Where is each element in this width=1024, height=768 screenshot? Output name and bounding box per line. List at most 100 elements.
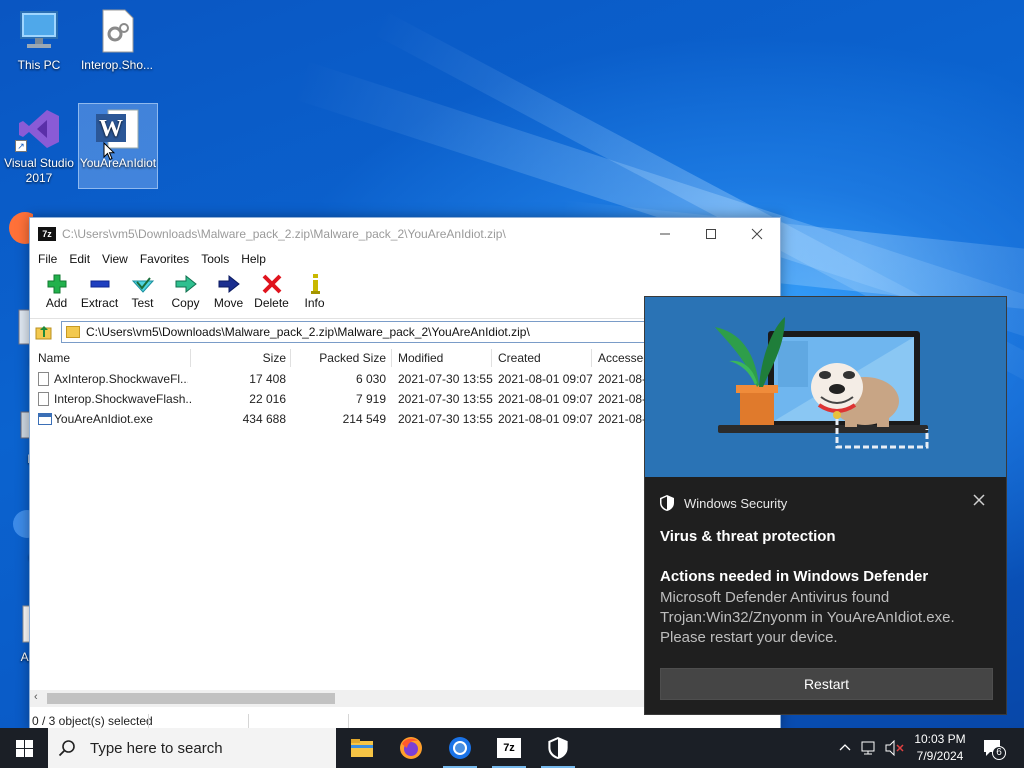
column-header-created[interactable]: Created <box>498 351 541 365</box>
file-explorer-icon <box>351 739 373 757</box>
file-packed-size: 7 919 <box>355 392 386 406</box>
status-divider <box>148 714 149 728</box>
windows-logo-icon <box>15 739 33 757</box>
column-divider[interactable] <box>290 349 291 367</box>
toast-close-button[interactable] <box>973 493 985 510</box>
shield-icon <box>548 737 568 759</box>
volume-muted-icon[interactable] <box>884 740 904 756</box>
column-header-packed-size[interactable]: Packed Size <box>294 351 386 365</box>
desktop-icon-label: Interop.Sho... <box>80 58 154 72</box>
word-document-icon: W <box>94 106 142 152</box>
desktop-icon-label: YouAreAnIdiot <box>79 156 157 170</box>
taskbar-firefox[interactable] <box>388 728 434 768</box>
maximize-icon <box>706 228 716 239</box>
maximize-button[interactable] <box>688 218 734 249</box>
file-size: 17 408 <box>249 372 286 386</box>
menu-edit[interactable]: Edit <box>63 252 96 266</box>
taskbar-chrome[interactable] <box>437 728 483 768</box>
restart-button[interactable]: Restart <box>660 668 993 700</box>
file-name: AxInterop.ShockwaveFl... <box>54 372 188 386</box>
taskbar-windows-security[interactable] <box>535 728 581 768</box>
menu-tools[interactable]: Tools <box>195 252 235 266</box>
toolbar-label: Test <box>131 296 154 310</box>
system-tray <box>838 728 904 768</box>
network-icon[interactable] <box>860 740 878 756</box>
status-divider <box>348 714 349 728</box>
column-divider[interactable] <box>190 349 191 367</box>
delete-x-icon <box>262 274 281 294</box>
taskbar-7zip[interactable]: 7z <box>486 728 532 768</box>
toolbar-label: Extract <box>80 296 119 310</box>
computer-icon <box>15 8 63 54</box>
up-folder-icon <box>35 326 52 340</box>
toolbar-label: Delete <box>254 296 289 310</box>
minus-icon <box>90 280 109 288</box>
7zip-app-icon: 7z <box>497 738 521 758</box>
column-header-modified[interactable]: Modified <box>398 351 443 365</box>
desktop-icon-label: Visual Studio 2017 <box>4 156 74 185</box>
info-icon <box>310 274 320 294</box>
folder-icon <box>66 326 80 338</box>
file-created: 2021-08-01 09:07 <box>498 412 593 426</box>
scroll-left-icon[interactable]: ‹ <box>34 691 38 703</box>
search-placeholder: Type here to search <box>90 739 223 757</box>
chevron-up-icon[interactable] <box>838 741 852 755</box>
svg-text:W: W <box>99 116 123 142</box>
file-name: Interop.ShockwaveFlash... <box>54 392 192 406</box>
file-icon <box>38 392 49 406</box>
menu-file[interactable]: File <box>32 252 63 266</box>
start-button[interactable] <box>0 728 48 768</box>
file-packed-size: 6 030 <box>355 372 386 386</box>
window-titlebar[interactable]: 7z C:\Users\vm5\Downloads\Malware_pack_2… <box>30 218 780 249</box>
taskbar-search-box[interactable]: Type here to search <box>48 728 336 768</box>
desktop-icon-interop[interactable]: Interop.Sho... <box>78 8 156 73</box>
file-modified: 2021-07-30 13:55 <box>398 392 493 406</box>
column-header-name[interactable]: Name <box>38 351 70 365</box>
file-icon <box>38 372 49 386</box>
copy-button[interactable]: Copy <box>164 269 207 310</box>
scrollbar-thumb[interactable] <box>47 693 335 704</box>
close-icon <box>973 494 985 506</box>
desktop-icon-this-pc[interactable]: This PC <box>0 8 78 73</box>
menu-bar: File Edit View Favorites Tools Help <box>30 249 780 269</box>
menu-favorites[interactable]: Favorites <box>134 252 195 266</box>
minimize-button[interactable] <box>642 218 688 249</box>
taskbar-file-explorer[interactable] <box>339 728 385 768</box>
shortcut-arrow-icon: ↗ <box>15 140 27 152</box>
toast-title: Actions needed in Windows Defender <box>660 568 929 585</box>
toast-heading: Virus & threat protection <box>660 528 836 545</box>
dll-file-icon <box>93 8 141 54</box>
shield-icon <box>660 495 674 511</box>
desktop-icon-label: This PC <box>17 58 61 72</box>
desktop-icon-youareanidiot[interactable]: W YouAreAnIdiot <box>78 103 158 189</box>
taskbar-clock[interactable]: 10:03 PM 7/9/2024 <box>904 731 976 765</box>
toolbar-label: Move <box>213 296 244 310</box>
window-title: C:\Users\vm5\Downloads\Malware_pack_2.zi… <box>62 226 506 241</box>
column-divider[interactable] <box>491 349 492 367</box>
action-center-button[interactable]: 6 <box>982 738 1006 760</box>
add-button[interactable]: Add <box>35 269 78 310</box>
file-size: 434 688 <box>242 412 286 426</box>
menu-view[interactable]: View <box>96 252 134 266</box>
info-button[interactable]: Info <box>293 269 336 310</box>
windows-security-toast[interactable]: Windows Security Virus & threat protecti… <box>644 296 1007 715</box>
desktop-icon-visual-studio[interactable]: ↗ Visual Studio 2017 <box>0 106 78 186</box>
column-divider[interactable] <box>591 349 592 367</box>
move-button[interactable]: Move <box>207 269 250 310</box>
column-header-size[interactable]: Size <box>194 351 286 365</box>
plus-icon <box>47 274 66 294</box>
selection-status: 0 / 3 object(s) selected <box>32 714 153 728</box>
up-folder-button[interactable] <box>34 322 54 342</box>
menu-help[interactable]: Help <box>235 252 272 266</box>
close-button[interactable] <box>734 218 780 249</box>
column-divider[interactable] <box>391 349 392 367</box>
minimize-icon <box>660 233 670 234</box>
toast-app-name: Windows Security <box>684 495 788 511</box>
file-accessed: 2021-08- <box>598 412 647 426</box>
file-accessed: 2021-08- <box>598 392 647 406</box>
extract-button[interactable]: Extract <box>78 269 121 310</box>
test-button[interactable]: Test <box>121 269 164 310</box>
clock-time: 10:03 PM <box>914 732 966 746</box>
delete-button[interactable]: Delete <box>250 269 293 310</box>
column-header-accessed[interactable]: Accessed <box>598 351 650 365</box>
